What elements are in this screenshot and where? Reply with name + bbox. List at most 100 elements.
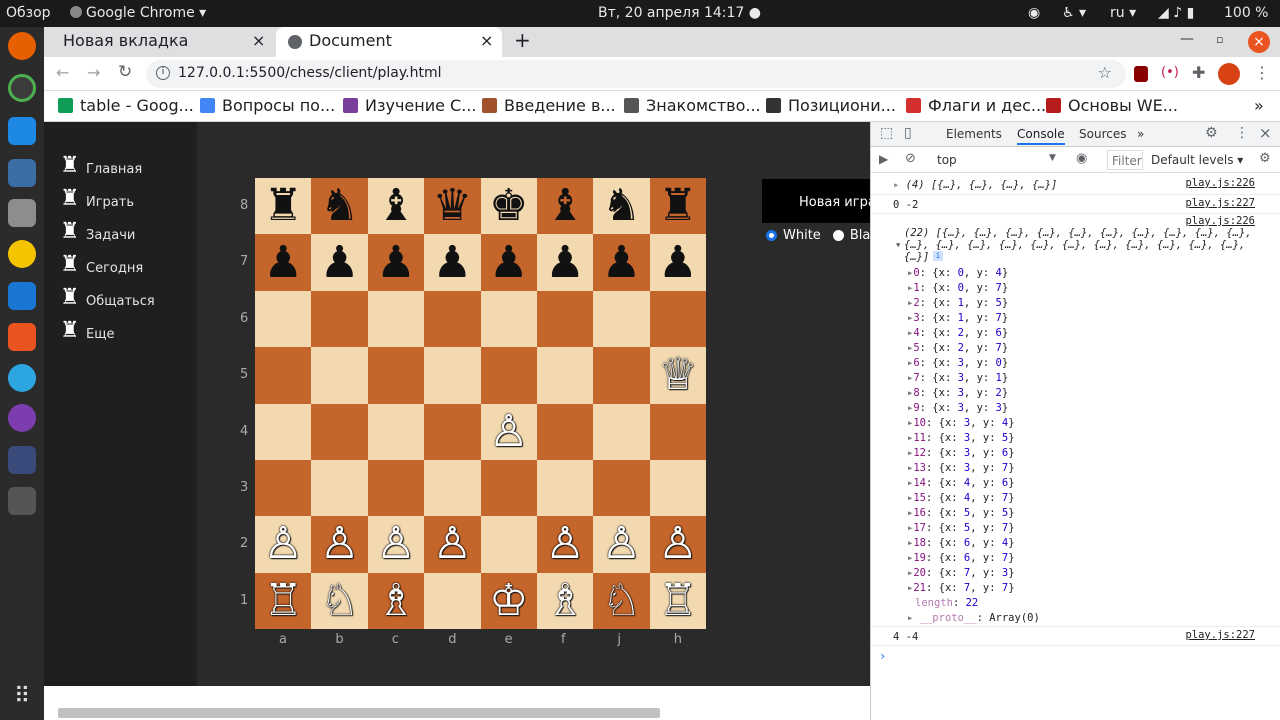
- rhythmbox-icon[interactable]: [8, 240, 36, 268]
- chess-piece[interactable]: ♚: [489, 184, 528, 228]
- array-entry[interactable]: ▸14: {x: 4, y: 6}: [907, 477, 1015, 489]
- star-icon[interactable]: ☆: [1098, 63, 1112, 82]
- square-h1[interactable]: ♖: [649, 572, 706, 629]
- square-j1[interactable]: ♘: [593, 572, 650, 629]
- chess-piece[interactable]: ♟: [263, 240, 302, 285]
- square-f6[interactable]: [536, 290, 594, 348]
- ublock-icon[interactable]: [1134, 66, 1148, 82]
- array-entry[interactable]: ▸7: {x: 3, y: 1}: [907, 372, 1008, 384]
- square-e6[interactable]: [480, 290, 537, 348]
- array-entry[interactable]: ▸12: {x: 3, y: 6}: [907, 447, 1015, 459]
- square-e4[interactable]: ♙: [480, 403, 537, 460]
- chess-piece[interactable]: ♖: [658, 578, 697, 623]
- chess-piece[interactable]: ♝: [545, 184, 584, 228]
- square-b4[interactable]: [311, 403, 368, 460]
- console-settings-icon[interactable]: ⚙: [1259, 151, 1271, 166]
- back-icon[interactable]: ←: [56, 63, 69, 82]
- square-e1[interactable]: ♔: [480, 572, 537, 629]
- source-link[interactable]: play.js:226: [1185, 215, 1255, 227]
- chess-piece[interactable]: ♟: [545, 240, 584, 285]
- chessboard[interactable]: ♜ ♞ ♝ ♛ ♚ ♝ ♞ ♜ ♟ ♟ ♟ ♟ ♟ ♟ ♟ ♟ ♕ ♙ ♙ ♙ ♙ ♙ ♙ ♙ ♙ ♖ ♘ ♗ ♔ ♗ ♘ ♖: [255, 178, 706, 629]
- inspect-icon[interactable]: ⬚: [880, 125, 893, 141]
- close-icon[interactable]: ×: [252, 31, 265, 50]
- tab-console[interactable]: Console: [1017, 127, 1065, 145]
- square-b6[interactable]: [311, 290, 368, 348]
- bookmark-item[interactable]: Введение в...: [482, 96, 616, 115]
- square-a5[interactable]: [255, 347, 312, 404]
- square-j5[interactable]: [593, 347, 650, 404]
- square-h3[interactable]: [649, 459, 706, 517]
- gimp-icon[interactable]: [8, 487, 36, 515]
- square-c8[interactable]: ♝: [367, 178, 425, 235]
- device-toolbar-icon[interactable]: ▯: [904, 125, 912, 141]
- chess-piece[interactable]: ♙: [658, 522, 697, 566]
- info-badge-icon[interactable]: i: [933, 251, 943, 261]
- close-icon[interactable]: ×: [480, 31, 493, 50]
- square-d2[interactable]: ♙: [424, 516, 481, 573]
- chess-piece[interactable]: ♟: [320, 240, 359, 285]
- horizontal-scrollbar[interactable]: [58, 708, 660, 718]
- more-bookmarks-icon[interactable]: »: [1254, 96, 1264, 115]
- window-close-icon[interactable]: ×: [1248, 31, 1270, 53]
- square-a3[interactable]: [255, 459, 312, 517]
- console-prompt[interactable]: ›: [879, 649, 886, 663]
- devtools-menu-icon[interactable]: ⋮: [1235, 125, 1249, 141]
- wifi-icon[interactable]: ◢ ♪ ▮: [1158, 5, 1194, 21]
- tab-sources[interactable]: Sources: [1079, 127, 1126, 141]
- bookmark-item[interactable]: Флаги и дес...: [906, 96, 1046, 115]
- chess-piece[interactable]: ♘: [320, 578, 359, 623]
- square-a1[interactable]: ♖: [255, 572, 312, 629]
- square-b5[interactable]: [311, 347, 368, 404]
- square-j3[interactable]: [593, 459, 650, 517]
- more-tabs-icon[interactable]: »: [1137, 127, 1144, 141]
- bookmark-item[interactable]: Изучение С...: [343, 96, 476, 115]
- bookmark-item[interactable]: table - Goog...: [58, 96, 194, 115]
- source-link[interactable]: play.js:227: [1185, 197, 1255, 209]
- bookmark-item[interactable]: Позициони...: [766, 96, 896, 115]
- accessibility-icon[interactable]: ♿ ▾: [1062, 5, 1086, 21]
- tab-document[interactable]: Document ×: [276, 27, 502, 57]
- chess-piece[interactable]: ♘: [602, 578, 641, 623]
- address-bar[interactable]: i 127.0.0.1:5500/chess/client/play.html …: [146, 60, 1126, 88]
- extension-broadcast-icon[interactable]: (•): [1161, 65, 1179, 80]
- viber-icon[interactable]: [8, 404, 36, 432]
- expanded-triangle-icon[interactable]: ▾: [895, 239, 901, 251]
- context-select[interactable]: top: [937, 153, 957, 167]
- chess-piece[interactable]: ♟: [602, 240, 641, 285]
- minimize-icon[interactable]: —: [1180, 31, 1194, 47]
- telegram-icon[interactable]: [8, 364, 36, 392]
- battery-level[interactable]: 100 %: [1224, 5, 1268, 21]
- array-entry[interactable]: ▸2: {x: 1, y: 5}: [907, 297, 1008, 309]
- square-c2[interactable]: ♙: [367, 516, 425, 573]
- sidebar-item[interactable]: ♜ Играть: [60, 188, 134, 211]
- square-e7[interactable]: ♟: [480, 234, 537, 291]
- square-c6[interactable]: [367, 290, 425, 348]
- array-entry[interactable]: ▸3: {x: 1, y: 7}: [907, 312, 1008, 324]
- sidebar-item[interactable]: ♜ Главная: [60, 155, 142, 178]
- chess-piece[interactable]: ♕: [658, 353, 697, 397]
- square-j7[interactable]: ♟: [593, 234, 650, 291]
- vscode-icon[interactable]: [8, 117, 36, 145]
- square-d7[interactable]: ♟: [424, 234, 481, 291]
- square-d6[interactable]: [424, 290, 481, 348]
- square-h5[interactable]: ♕: [649, 347, 706, 404]
- square-j2[interactable]: ♙: [593, 516, 650, 573]
- bookmark-item[interactable]: Вопросы по...: [200, 96, 335, 115]
- app-menu[interactable]: Google Chrome ▾: [70, 5, 206, 21]
- menu-dots-icon[interactable]: ⋮: [1254, 63, 1270, 82]
- chess-piece[interactable]: ♜: [263, 184, 302, 228]
- square-h7[interactable]: ♟: [649, 234, 706, 291]
- console-message[interactable]: ▸ (4) [{…}, {…}, {…}, {…}]: [893, 179, 1057, 191]
- new-game-button[interactable]: Новая игра: [762, 179, 870, 223]
- array-entry[interactable]: ▸5: {x: 2, y: 7}: [907, 342, 1008, 354]
- array-entry[interactable]: ▸21: {x: 7, y: 7}: [907, 582, 1015, 594]
- square-d8[interactable]: ♛: [424, 178, 481, 235]
- app-grid-icon[interactable]: ⠿: [8, 684, 36, 712]
- clear-console-icon[interactable]: ⊘: [905, 151, 916, 166]
- chess-piece[interactable]: ♙: [320, 522, 359, 566]
- forward-icon[interactable]: →: [87, 63, 100, 82]
- tab-new-tab[interactable]: Новая вкладка ×: [44, 27, 274, 57]
- extensions-puzzle-icon[interactable]: ✚: [1192, 63, 1205, 82]
- square-b7[interactable]: ♟: [311, 234, 368, 291]
- square-c7[interactable]: ♟: [367, 234, 425, 291]
